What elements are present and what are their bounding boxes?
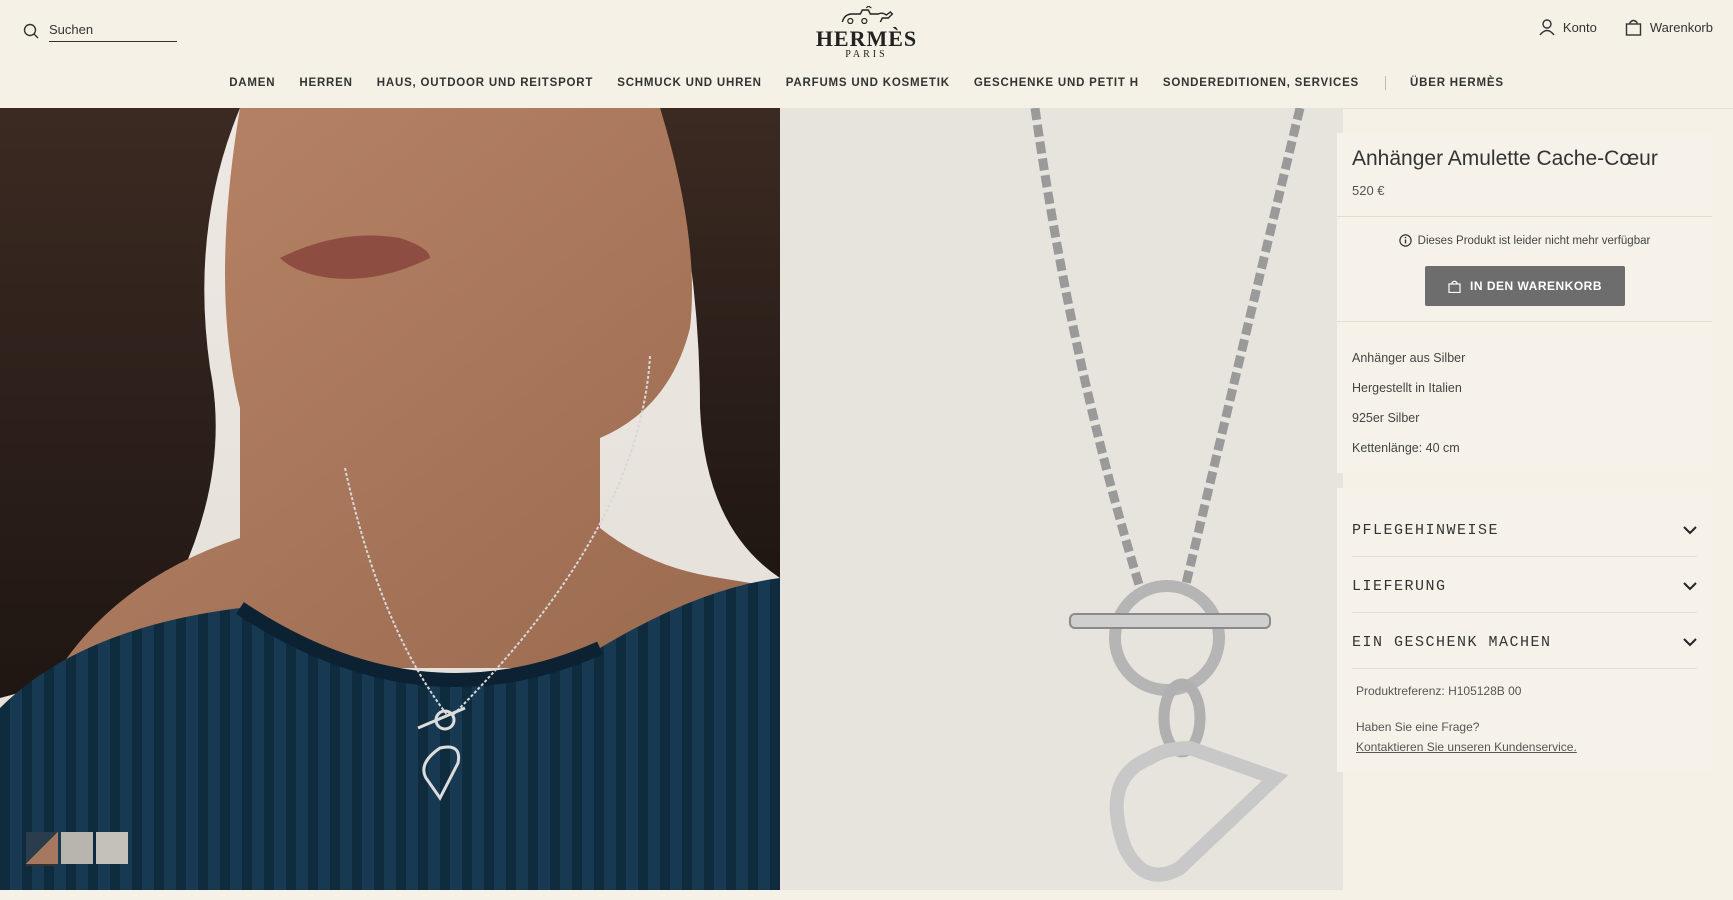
logo-wordmark: HERMÈS xyxy=(815,26,918,51)
nav-item-geschenke[interactable]: GESCHENKE UND PETIT H xyxy=(974,77,1139,89)
nav-item-schmuck-uhren[interactable]: SCHMUCK UND UHREN xyxy=(617,77,762,89)
nav-item-haus-outdoor[interactable]: HAUS, OUTDOOR UND REITSPORT xyxy=(377,77,593,89)
product-accordion-card: PFLEGEHINWEISE LIEFERUNG EIN GESCHENK MA… xyxy=(1337,488,1712,772)
chevron-down-icon xyxy=(1683,581,1697,590)
shopping-bag-icon xyxy=(1625,19,1642,36)
search-input[interactable] xyxy=(49,20,177,42)
accordion-care[interactable]: PFLEGEHINWEISE xyxy=(1352,504,1697,557)
nav-item-sondereditionen[interactable]: SONDEREDITIONEN, SERVICES xyxy=(1163,77,1359,89)
thumbnail-1[interactable] xyxy=(26,832,58,866)
accordion-care-label: PFLEGEHINWEISE xyxy=(1352,521,1500,539)
nav-item-parfums[interactable]: PARFUMS UND KOSMETIK xyxy=(786,77,950,89)
hermes-logo[interactable]: HERMÈS PARIS xyxy=(815,5,918,60)
carriage-logo-icon xyxy=(841,5,894,25)
accordion-delivery[interactable]: LIEFERUNG xyxy=(1352,560,1697,613)
user-icon xyxy=(1539,19,1555,36)
accordion-delivery-label: LIEFERUNG xyxy=(1352,577,1447,595)
product-price: 520 € xyxy=(1352,183,1385,198)
add-to-cart-label: IN DEN WARENKORB xyxy=(1469,279,1602,293)
detail-item: Kettenlänge: 40 cm xyxy=(1352,441,1460,455)
nav-item-herren[interactable]: HERREN xyxy=(299,77,352,89)
account-link[interactable]: Konto xyxy=(1539,19,1597,36)
site-header: HERMÈS PARIS Konto Warenkorb DAMEN HERRE… xyxy=(0,0,1733,109)
page-bottom-edge xyxy=(0,890,1733,900)
chevron-down-icon xyxy=(1683,637,1697,646)
product-title: Anhänger Amulette Cache-Cœur xyxy=(1352,147,1658,170)
model-illustration xyxy=(0,108,780,890)
cart-link[interactable]: Warenkorb xyxy=(1625,19,1713,36)
shopping-bag-icon xyxy=(1448,280,1461,293)
account-label: Konto xyxy=(1562,20,1597,35)
detail-item: Anhänger aus Silber xyxy=(1352,351,1466,365)
chevron-down-icon xyxy=(1683,525,1697,534)
image-thumbnails xyxy=(26,832,128,866)
availability-text: Dieses Produkt ist leider nicht mehr ver… xyxy=(1417,234,1651,247)
help-question: Haben Sie eine Frage? xyxy=(1356,720,1480,734)
add-to-cart-button[interactable]: IN DEN WARENKORB xyxy=(1425,266,1625,306)
divider xyxy=(1337,321,1712,322)
nav-divider xyxy=(1385,76,1387,90)
necklace-illustration xyxy=(1030,108,1305,882)
header-tools: Konto Warenkorb xyxy=(1539,19,1713,36)
info-icon xyxy=(1398,234,1412,247)
thumbnail-2[interactable] xyxy=(61,832,93,864)
detail-item: Hergestellt in Italien xyxy=(1352,381,1462,395)
product-info-card: Anhänger Amulette Cache-Cœur 520 € Diese… xyxy=(1337,133,1712,473)
product-image-model xyxy=(0,108,780,890)
search-box[interactable] xyxy=(23,20,177,42)
product-reference-label: Produktreferenz: xyxy=(1356,684,1445,698)
search-icon[interactable] xyxy=(23,23,39,39)
product-image-detail xyxy=(780,108,1343,890)
availability-notice: Dieses Produkt ist leider nicht mehr ver… xyxy=(1337,234,1712,247)
accordion-gift[interactable]: EIN GESCHENK MACHEN xyxy=(1352,616,1697,669)
product-reference-value: H105128B 00 xyxy=(1448,684,1522,698)
accordion-gift-label: EIN GESCHENK MACHEN xyxy=(1352,633,1552,651)
detail-item: 925er Silber xyxy=(1352,411,1420,425)
nav-item-damen[interactable]: DAMEN xyxy=(229,77,275,89)
divider xyxy=(1337,216,1712,217)
product-reference: Produktreferenz: H105128B 00 xyxy=(1356,684,1521,698)
product-details-list: Anhänger aus Silber Hergestellt in Itali… xyxy=(1352,343,1465,463)
thumbnail-3[interactable] xyxy=(96,832,128,864)
customer-service-link[interactable]: Kontaktieren Sie unseren Kundenservice. xyxy=(1356,740,1577,754)
nav-item-ueber-hermes[interactable]: ÜBER HERMÈS xyxy=(1410,77,1504,89)
cart-label: Warenkorb xyxy=(1649,20,1713,35)
main-navigation: DAMEN HERREN HAUS, OUTDOOR UND REITSPORT… xyxy=(0,76,1733,90)
